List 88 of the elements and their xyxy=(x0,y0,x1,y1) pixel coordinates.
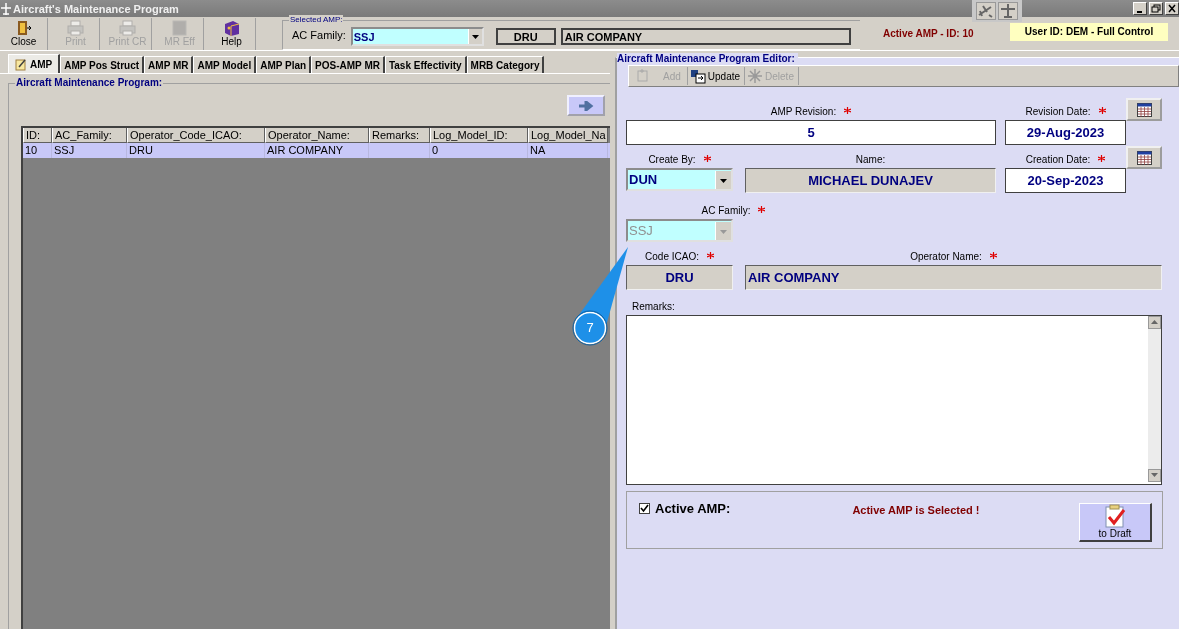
field-label: AC Family: xyxy=(292,28,346,41)
tab[interactable]: MRB Category xyxy=(466,56,545,73)
field-label: Remarks: xyxy=(632,301,675,312)
arrow-right-icon xyxy=(578,100,594,111)
table-cell: SSJ xyxy=(52,143,127,158)
table-cell: AIR COMPANY xyxy=(265,143,369,158)
table-row[interactable]: 10 SSJ DRU AIR COMPANY 0 NA xyxy=(23,143,610,158)
ac-family-dropdown[interactable]: SSJ xyxy=(350,27,484,46)
window-title: Aircraft's Maintenance Program xyxy=(13,2,179,15)
tab[interactable]: AMP MR xyxy=(144,56,194,73)
table-cell: 0 xyxy=(430,143,528,158)
table-cell: DRU xyxy=(127,143,265,158)
operator-name-field: AIR COMPANY xyxy=(560,28,851,45)
calendar-button[interactable] xyxy=(1126,98,1162,121)
required-icon xyxy=(1098,155,1106,162)
column-header[interactable]: Log_Model_ID: xyxy=(430,128,528,143)
tab[interactable]: Task Effectivity xyxy=(384,56,467,73)
column-header[interactable]: ID: xyxy=(23,128,52,143)
field-label: Create By: xyxy=(648,154,696,165)
number-badge xyxy=(572,310,608,346)
toolbar-button[interactable]: Update xyxy=(687,67,746,85)
checkbox-label: Active AMP: xyxy=(655,501,731,516)
dropdown-arrow-icon xyxy=(715,221,731,240)
toolbar-button[interactable]: Close xyxy=(0,17,48,50)
update-icon xyxy=(689,68,706,84)
operator-name-field: AIR COMPANY xyxy=(745,265,1162,290)
printer-icon xyxy=(67,20,84,36)
name-field: MICHAEL DUNAJEV xyxy=(745,168,996,193)
field-label: Revision Date: xyxy=(1025,106,1091,117)
operator-code-field: DRU xyxy=(626,265,733,290)
date-field[interactable]: 20-Sep-2023 xyxy=(1005,168,1126,193)
notepad-icon xyxy=(15,57,27,71)
operator-code-field: DRU xyxy=(495,28,556,45)
minimize-button[interactable] xyxy=(1133,2,1147,15)
field-label: Creation Date: xyxy=(1025,154,1091,165)
calendar-icon xyxy=(1136,150,1152,165)
field-label: AMP Revision: xyxy=(770,106,837,117)
required-icon xyxy=(706,252,714,259)
column-header[interactable]: AC_Family: xyxy=(52,128,127,143)
required-icon xyxy=(758,206,766,213)
book-icon xyxy=(223,20,240,36)
required-icon xyxy=(703,155,711,162)
to-draft-button[interactable]: to Draft xyxy=(1079,503,1152,542)
table-cell: 10 xyxy=(23,143,52,158)
door-icon xyxy=(15,20,32,36)
square-icon xyxy=(171,20,188,36)
status-message: Active AMP is Selected ! xyxy=(852,504,980,516)
column-header[interactable]: Operator_Name: xyxy=(265,128,369,143)
create-by-dropdown[interactable]: DUN xyxy=(626,168,733,191)
tab[interactable]: POS-AMP MR xyxy=(311,56,385,73)
group-title: Selected AMP: xyxy=(289,14,344,24)
tab[interactable]: AMP Plan xyxy=(256,56,312,73)
calendar-icon xyxy=(1136,102,1152,117)
group-title: Aircraft Maintenance Program: xyxy=(15,77,164,88)
required-icon xyxy=(989,252,997,259)
toolbar-button[interactable]: Help xyxy=(208,17,256,50)
field-label: AC Family: xyxy=(701,205,751,216)
calendar-button[interactable] xyxy=(1126,146,1162,169)
close-button[interactable] xyxy=(1165,2,1179,15)
printer-icon xyxy=(119,20,136,36)
remarks-field[interactable] xyxy=(626,315,1162,485)
tab[interactable]: AMP Pos Struct xyxy=(60,56,145,73)
next-button[interactable] xyxy=(567,95,605,116)
group-title: Aircraft Maintenance Program Editor: xyxy=(617,53,798,64)
asterisk-icon xyxy=(747,68,764,84)
field-label: Code ICAO: xyxy=(645,251,699,262)
required-icon xyxy=(1098,107,1106,114)
active-amp-checkbox[interactable] xyxy=(639,503,650,514)
table-cell: NA xyxy=(528,143,608,158)
user-badge: User ID: DEM - Full Control xyxy=(1010,22,1168,41)
dropdown-arrow-icon xyxy=(715,170,731,189)
column-header[interactable]: Remarks: xyxy=(369,128,430,143)
column-header[interactable]: Log_Model_Na xyxy=(528,128,608,143)
restore-button[interactable] xyxy=(1149,2,1163,15)
dropdown-arrow-icon xyxy=(467,29,482,44)
revision-field[interactable]: 5 xyxy=(626,120,996,145)
checkmark-icon xyxy=(640,504,649,513)
field-label: Operator Name: xyxy=(910,251,982,262)
checklist-icon xyxy=(1104,504,1126,528)
tab[interactable]: AMP Model xyxy=(193,56,257,73)
active-amp-label: Active AMP - ID: 10 xyxy=(883,28,975,39)
field-label: Name: xyxy=(855,154,886,165)
callout-number: 7 xyxy=(585,320,595,335)
column-header[interactable]: Operator_Code_ICAO: xyxy=(127,128,265,143)
tab[interactable]: AMP xyxy=(8,54,61,73)
add-icon xyxy=(635,68,651,84)
date-field[interactable]: 29-Aug-2023 xyxy=(1005,120,1126,145)
required-icon xyxy=(844,107,852,114)
